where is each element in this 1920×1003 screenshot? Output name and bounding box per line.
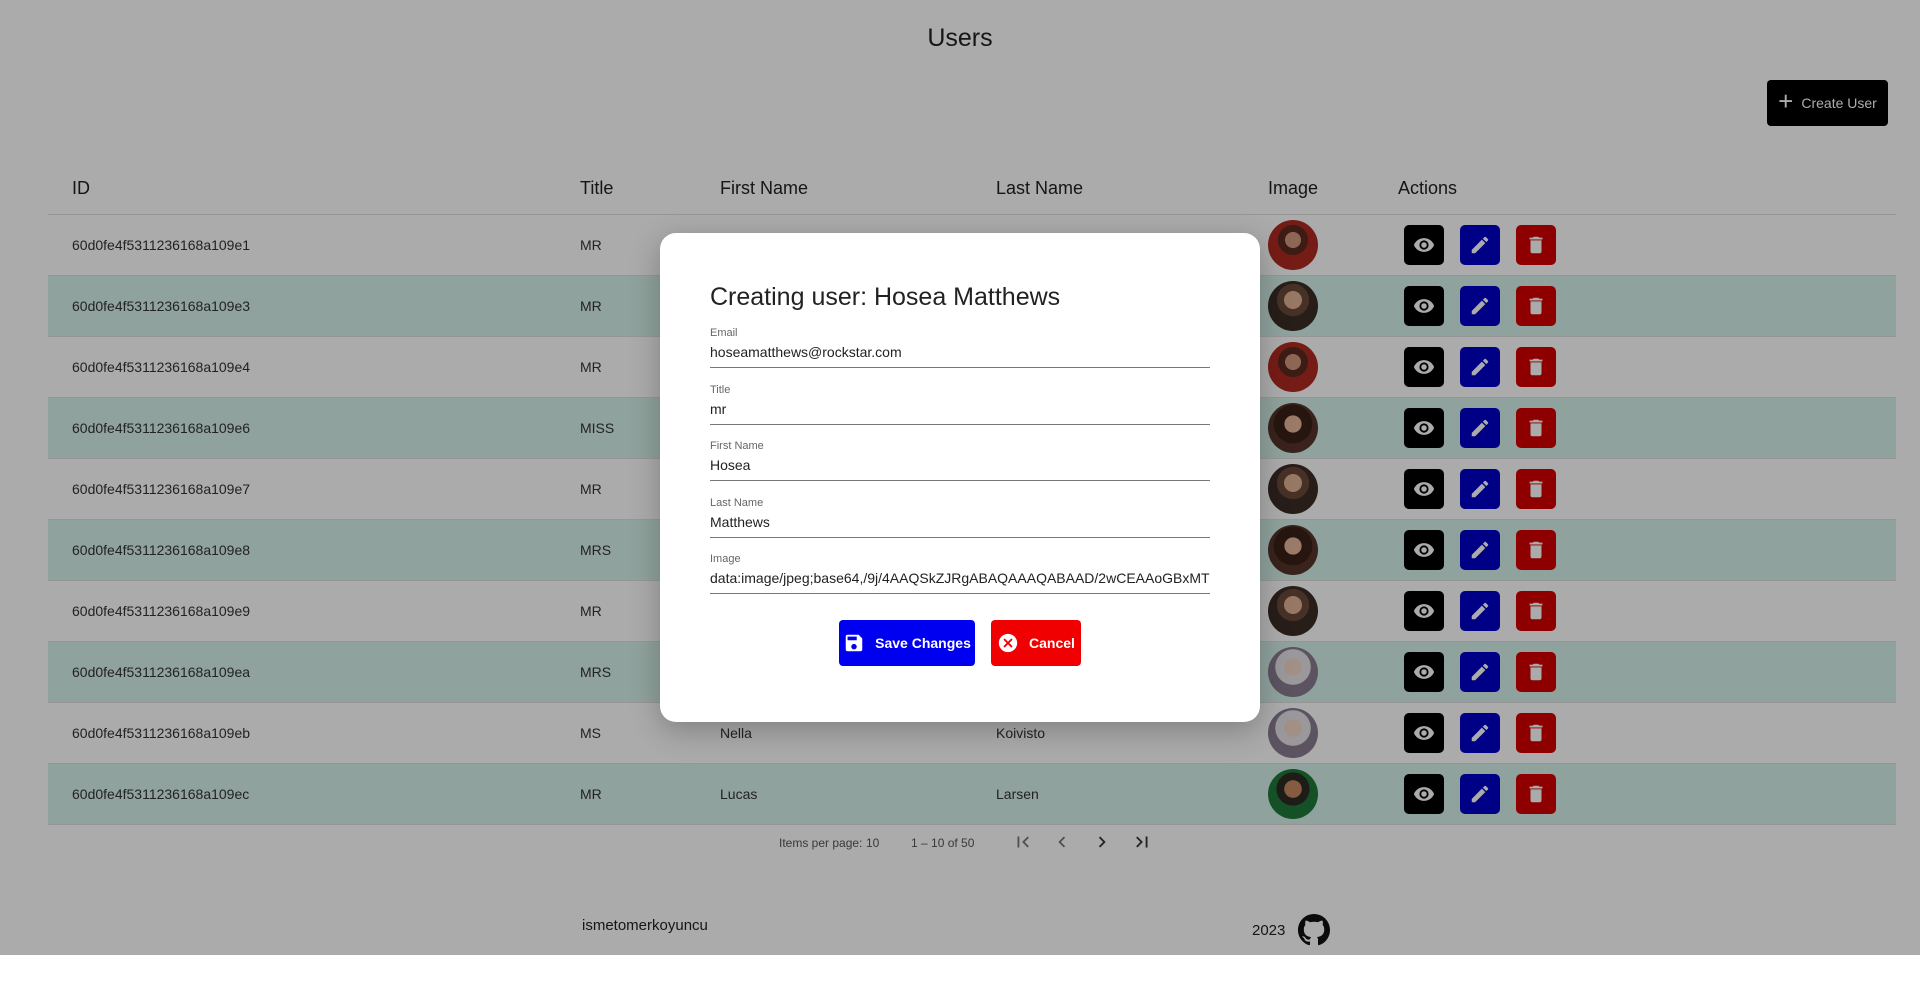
title-input[interactable]	[710, 401, 1210, 417]
email-field: Email	[710, 327, 1210, 368]
last-name-label: Last Name	[710, 497, 764, 509]
first-name-input[interactable]	[710, 457, 1210, 473]
first-name-label: First Name	[710, 440, 764, 452]
cancel-button[interactable]: Cancel	[991, 620, 1081, 666]
save-changes-button[interactable]: Save Changes	[839, 620, 975, 666]
image-field: Image	[710, 553, 1210, 594]
save-changes-label: Save Changes	[875, 635, 971, 651]
save-icon	[845, 634, 863, 652]
image-input[interactable]	[710, 570, 1210, 586]
create-user-dialog: Creating user: Hosea Matthews Email Titl…	[660, 233, 1260, 722]
email-input[interactable]	[710, 344, 1210, 360]
title-field: Title	[710, 384, 1210, 425]
last-name-input[interactable]	[710, 514, 1210, 530]
email-label: Email	[710, 327, 738, 339]
image-label: Image	[710, 553, 741, 565]
last-name-field: Last Name	[710, 497, 1210, 538]
first-name-field: First Name	[710, 440, 1210, 481]
cancel-icon	[998, 633, 1018, 653]
cancel-label: Cancel	[1029, 635, 1075, 651]
title-label: Title	[710, 384, 731, 396]
dialog-title: Creating user: Hosea Matthews	[710, 283, 1061, 311]
